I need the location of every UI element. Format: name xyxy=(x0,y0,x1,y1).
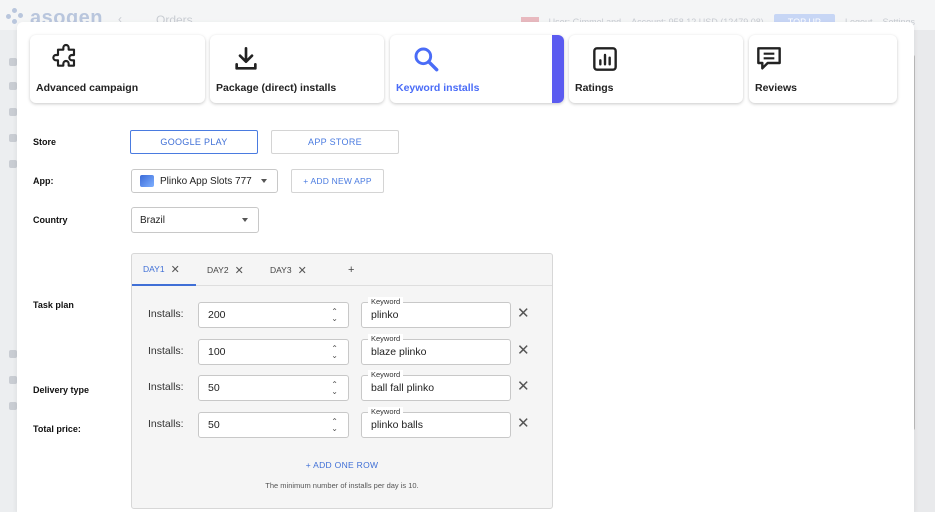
keyword-label: Keyword xyxy=(368,407,404,417)
tab-label: Advanced campaign xyxy=(36,82,139,94)
chart-icon xyxy=(593,47,617,71)
app-select[interactable]: Plinko App Slots 777 xyxy=(131,169,278,193)
installs-value: 50 xyxy=(208,419,220,431)
stepper-icon[interactable]: ⌃ ⌄ xyxy=(331,345,338,360)
delete-row-icon[interactable]: ✕ xyxy=(517,378,530,396)
keyword-value: plinko balls xyxy=(371,419,423,431)
keyword-input[interactable]: Keyword blaze plinko xyxy=(361,334,511,365)
country-label: Country xyxy=(33,215,68,225)
store-label: Store xyxy=(33,137,57,147)
app-label: App: xyxy=(33,176,54,186)
installs-label: Installs: xyxy=(148,381,184,393)
sidebar-icon xyxy=(9,108,17,116)
installs-value: 200 xyxy=(208,309,226,321)
delete-row-icon[interactable]: ✕ xyxy=(517,305,530,323)
app-store-button[interactable]: APP STORE xyxy=(271,130,399,154)
tab-advanced-campaign[interactable]: Advanced campaign xyxy=(30,35,205,103)
search-icon xyxy=(414,47,439,72)
keyword-input[interactable]: Keyword ball fall plinko xyxy=(361,370,511,401)
country-select[interactable]: Brazil xyxy=(131,207,259,233)
install-row: Installs: 200 ⌃ ⌄ Keyword plinko ✕ xyxy=(132,297,552,328)
tab-label: Package (direct) installs xyxy=(216,82,337,94)
sidebar-icon xyxy=(9,402,17,410)
tab-label: Ratings xyxy=(575,82,614,94)
tab-package-installs[interactable]: Package (direct) installs xyxy=(210,35,384,103)
sidebar-icon xyxy=(9,350,17,358)
keyword-label: Keyword xyxy=(368,297,404,307)
add-day-button[interactable]: + xyxy=(348,254,354,286)
comment-icon xyxy=(757,47,781,70)
keyword-input[interactable]: Keyword plinko balls xyxy=(361,407,511,438)
add-new-app-button[interactable]: + ADD NEW APP xyxy=(291,169,384,193)
tab-label: Reviews xyxy=(755,82,798,94)
sidebar-icon xyxy=(9,160,17,168)
app-icon xyxy=(140,175,154,187)
installs-input[interactable]: 50 ⌃ ⌄ xyxy=(198,375,349,401)
tab-day2[interactable]: DAY2 ✕ xyxy=(207,254,244,286)
sidebar-icon xyxy=(9,134,17,142)
close-icon[interactable]: ✕ xyxy=(235,264,244,277)
chevron-down-icon xyxy=(261,179,267,183)
tab-day3[interactable]: DAY3 ✕ xyxy=(270,254,307,286)
close-icon[interactable]: ✕ xyxy=(298,264,307,277)
task-plan-label: Task plan xyxy=(33,300,74,310)
active-tab-indicator xyxy=(552,35,564,103)
stepper-icon[interactable]: ⌃ ⌄ xyxy=(331,418,338,433)
add-row-button[interactable]: + ADD ONE ROW xyxy=(132,460,552,470)
delivery-type-label: Delivery type xyxy=(33,385,90,395)
day-tabs: DAY1 ✕ DAY2 ✕ DAY3 ✕ + xyxy=(132,254,552,286)
app-select-value: Plinko App Slots 777 xyxy=(160,175,252,187)
stepper-icon[interactable]: ⌃ ⌄ xyxy=(331,381,338,396)
installs-label: Installs: xyxy=(148,308,184,320)
puzzle-icon xyxy=(52,44,76,67)
delete-row-icon[interactable]: ✕ xyxy=(517,342,530,360)
keyword-value: plinko xyxy=(371,309,399,321)
installs-input[interactable]: 200 ⌃ ⌄ xyxy=(198,302,349,328)
sidebar-icon xyxy=(9,376,17,384)
keyword-value: ball fall plinko xyxy=(371,382,435,394)
download-icon xyxy=(235,47,257,70)
keyword-value: blaze plinko xyxy=(371,346,427,358)
tab-label: Keyword installs xyxy=(396,82,480,94)
sidebar-icon xyxy=(9,58,17,66)
installs-value: 50 xyxy=(208,382,220,394)
installs-label: Installs: xyxy=(148,418,184,430)
keyword-input[interactable]: Keyword plinko xyxy=(361,297,511,328)
new-order-modal: Advanced campaign Package (direct) insta… xyxy=(17,22,914,512)
keyword-label: Keyword xyxy=(368,370,404,380)
country-select-value: Brazil xyxy=(140,214,166,226)
install-row: Installs: 100 ⌃ ⌄ Keyword blaze plinko ✕ xyxy=(132,334,552,365)
day-label: DAY3 xyxy=(270,265,292,275)
installs-input[interactable]: 100 ⌃ ⌄ xyxy=(198,339,349,365)
close-icon[interactable]: ✕ xyxy=(171,263,180,276)
installs-value: 100 xyxy=(208,346,226,358)
day-label: DAY2 xyxy=(207,265,229,275)
install-row: Installs: 50 ⌃ ⌄ Keyword plinko balls ✕ xyxy=(132,407,552,438)
chevron-down-icon xyxy=(242,218,248,222)
installs-input[interactable]: 50 ⌃ ⌄ xyxy=(198,412,349,438)
background-sidebar xyxy=(0,30,17,512)
stepper-icon[interactable]: ⌃ ⌄ xyxy=(331,308,338,323)
min-installs-note: The minimum number of installs per day i… xyxy=(265,481,419,490)
google-play-button[interactable]: GOOGLE PLAY xyxy=(130,130,258,154)
tab-day1[interactable]: DAY1 ✕ xyxy=(132,254,196,286)
installs-label: Installs: xyxy=(148,345,184,357)
total-price-label: Total price: xyxy=(33,424,81,434)
task-plan-panel: DAY1 ✕ DAY2 ✕ DAY3 ✕ + Installs: 200 ⌃ ⌄ Keyw… xyxy=(131,253,553,509)
tab-keyword-installs[interactable]: Keyword installs xyxy=(390,35,564,103)
sidebar-icon xyxy=(9,82,17,90)
day-label: DAY1 xyxy=(143,264,165,274)
delete-row-icon[interactable]: ✕ xyxy=(517,415,530,433)
install-row: Installs: 50 ⌃ ⌄ Keyword ball fall plinko ✕ xyxy=(132,370,552,401)
tab-ratings[interactable]: Ratings xyxy=(569,35,743,103)
tab-reviews[interactable]: Reviews xyxy=(749,35,897,103)
keyword-label: Keyword xyxy=(368,334,404,344)
